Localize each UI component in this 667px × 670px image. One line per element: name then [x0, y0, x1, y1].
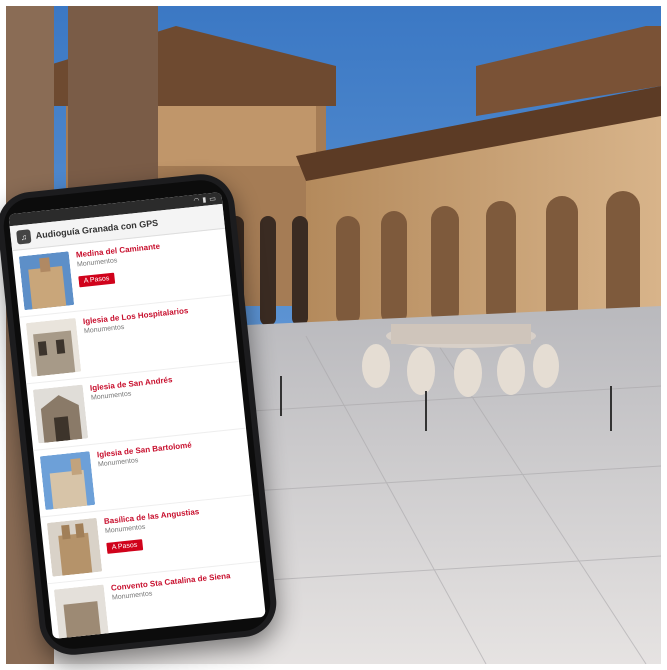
signal-icon: ▮	[202, 196, 207, 204]
monument-thumbnail	[25, 317, 82, 377]
battery-icon: ▭	[208, 195, 217, 204]
monument-thumbnail	[53, 584, 110, 640]
monument-thumbnail	[39, 451, 96, 511]
center-column	[68, 6, 158, 206]
monument-list: Medina del Caminante Monumentos A Pasos …	[12, 228, 266, 640]
phone-screen: ◠ ▮ ▭ ♫ Audioguía Granada con GPS Medina…	[8, 191, 266, 640]
wifi-icon: ◠	[193, 197, 200, 205]
app-logo-icon: ♫	[16, 229, 32, 245]
distance-badge: A Pasos	[106, 539, 143, 554]
monument-thumbnail	[32, 384, 89, 444]
monument-thumbnail	[18, 251, 75, 311]
distance-badge: A Pasos	[78, 272, 115, 288]
monument-thumbnail	[46, 517, 103, 577]
smartphone: ◠ ▮ ▭ ♫ Audioguía Granada con GPS Medina…	[0, 170, 280, 659]
